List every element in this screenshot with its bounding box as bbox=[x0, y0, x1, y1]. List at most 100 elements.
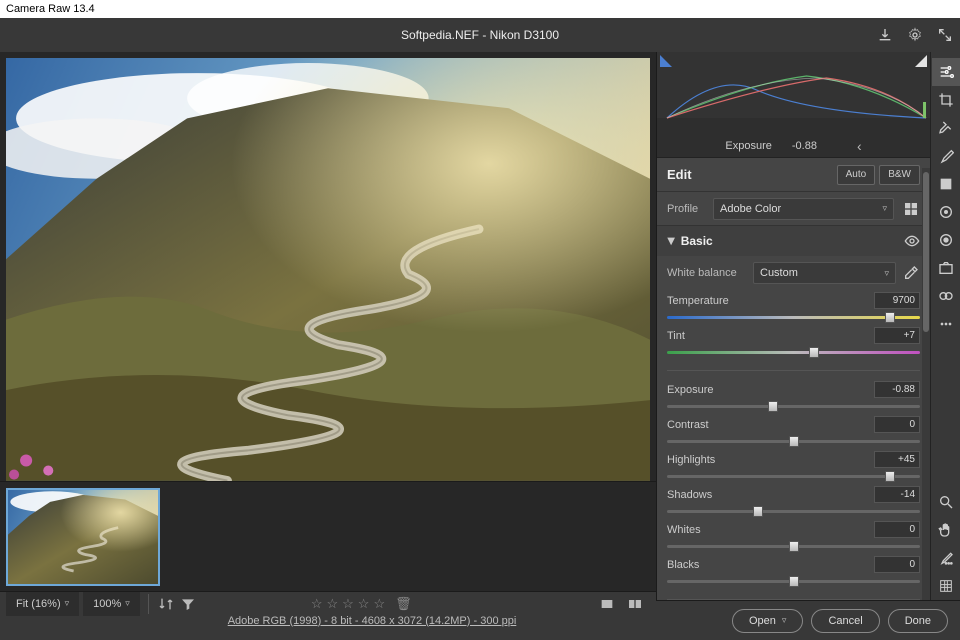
basic-panel-header[interactable]: ▶ Basic bbox=[657, 226, 930, 256]
slider-thumb[interactable] bbox=[885, 312, 895, 323]
visibility-icon[interactable] bbox=[904, 233, 920, 249]
brush-icon[interactable] bbox=[932, 142, 960, 170]
eyedropper-icon[interactable] bbox=[902, 264, 920, 282]
footer-buttons: Open▿ Cancel Done bbox=[732, 609, 948, 633]
gradient-icon[interactable] bbox=[932, 170, 960, 198]
shadow-clip-icon[interactable] bbox=[660, 55, 672, 67]
zoom-icon[interactable] bbox=[932, 488, 960, 516]
edit-title: Edit bbox=[667, 167, 692, 182]
slider-thumb[interactable] bbox=[885, 471, 895, 482]
slider-track[interactable] bbox=[667, 505, 920, 519]
slider-value-input[interactable]: -0.88 bbox=[874, 381, 920, 398]
slider-value-input[interactable]: +45 bbox=[874, 451, 920, 468]
preview-area bbox=[0, 52, 656, 481]
star-2-icon[interactable]: ☆ bbox=[326, 596, 338, 612]
gear-icon[interactable] bbox=[906, 26, 924, 44]
hand-icon[interactable] bbox=[932, 516, 960, 544]
auto-button[interactable]: Auto bbox=[837, 165, 876, 185]
sort-icon[interactable] bbox=[157, 595, 175, 613]
sliders-icon[interactable] bbox=[932, 58, 960, 86]
slider-highlights: Highlights +45 bbox=[667, 451, 920, 484]
slider-thumb[interactable] bbox=[753, 506, 763, 517]
bw-button[interactable]: B&W bbox=[879, 165, 920, 185]
slider-thumb[interactable] bbox=[789, 576, 799, 587]
slider-temperature: Temperature 9700 bbox=[667, 292, 920, 325]
filter-icon[interactable] bbox=[179, 595, 197, 613]
slider-value-input[interactable]: 0 bbox=[874, 521, 920, 538]
slider-track[interactable] bbox=[667, 575, 920, 589]
slider-label: Temperature bbox=[667, 295, 729, 307]
slider-value-input[interactable]: 9700 bbox=[874, 292, 920, 309]
white-balance-select[interactable]: Custom ▿ bbox=[753, 262, 896, 284]
slider-label: Whites bbox=[667, 524, 701, 536]
profile-row: Profile Adobe Color ▿ bbox=[657, 192, 930, 226]
chevron-down-icon: ▿ bbox=[884, 268, 889, 279]
star-3-icon[interactable]: ☆ bbox=[342, 596, 354, 612]
slider-track[interactable] bbox=[667, 435, 920, 449]
crop-icon[interactable] bbox=[932, 86, 960, 114]
done-button[interactable]: Done bbox=[888, 609, 948, 633]
slider-contrast: Contrast0 bbox=[667, 416, 920, 449]
chevron-down-icon: ▿ bbox=[882, 203, 887, 214]
image-metadata-link[interactable]: Adobe RGB (1998) - 8 bit - 4608 x 3072 (… bbox=[228, 615, 517, 627]
slider-exposure: Exposure-0.88 bbox=[667, 381, 920, 414]
bottom-toolbar: Fit (16%)▿ 100%▿ ☆ ☆ ☆ ☆ ☆ 🗑 bbox=[0, 591, 656, 616]
slider-track[interactable] bbox=[667, 400, 920, 414]
fullscreen-icon[interactable] bbox=[936, 26, 954, 44]
snapshot-icon[interactable] bbox=[932, 254, 960, 282]
fit-zoom-button[interactable]: Fit (16%)▿ bbox=[6, 592, 79, 616]
document-title: Softpedia.NEF - Nikon D3100 bbox=[401, 28, 559, 42]
sampler-icon[interactable] bbox=[932, 544, 960, 572]
star-1-icon[interactable]: ☆ bbox=[311, 596, 323, 612]
zoom-100-button[interactable]: 100%▿ bbox=[83, 592, 140, 616]
healing-icon[interactable] bbox=[932, 114, 960, 142]
star-4-icon[interactable]: ☆ bbox=[358, 596, 370, 612]
slider-thumb[interactable] bbox=[789, 436, 799, 447]
chevron-left-icon[interactable] bbox=[857, 138, 862, 154]
window-title: Camera Raw 13.4 bbox=[6, 3, 95, 15]
slider-value-input[interactable]: 0 bbox=[874, 556, 920, 573]
window-title-bar: Camera Raw 13.4 bbox=[0, 0, 960, 18]
slider-thumb[interactable] bbox=[809, 347, 819, 358]
slider-thumb[interactable] bbox=[768, 401, 778, 412]
slider-label: Highlights bbox=[667, 454, 715, 466]
slider-value-input[interactable]: 0 bbox=[874, 416, 920, 433]
slider-track[interactable] bbox=[667, 470, 920, 484]
scrollbar[interactable] bbox=[922, 168, 930, 600]
histogram[interactable] bbox=[657, 52, 930, 134]
readout-label: Exposure bbox=[725, 140, 771, 152]
preview-image[interactable] bbox=[6, 58, 650, 481]
slider-whites: Whites 0 bbox=[667, 521, 920, 554]
more-icon[interactable] bbox=[932, 310, 960, 338]
cancel-button[interactable]: Cancel bbox=[811, 609, 879, 633]
slider-value-input[interactable]: -14 bbox=[874, 486, 920, 503]
filmstrip bbox=[0, 481, 656, 591]
slider-track[interactable] bbox=[667, 311, 920, 325]
slider-value-input[interactable]: +7 bbox=[874, 327, 920, 344]
slider-blacks: Blacks 0 bbox=[667, 556, 920, 589]
tool-strip bbox=[930, 52, 960, 600]
grid-icon[interactable] bbox=[932, 572, 960, 600]
open-button[interactable]: Open▿ bbox=[732, 609, 803, 633]
highlight-clip-icon[interactable] bbox=[915, 55, 927, 67]
slider-track[interactable] bbox=[667, 346, 920, 360]
slider-thumb[interactable] bbox=[789, 541, 799, 552]
preset-icon[interactable] bbox=[932, 282, 960, 310]
slider-label: Blacks bbox=[667, 559, 699, 571]
profile-select[interactable]: Adobe Color ▿ bbox=[713, 198, 894, 220]
compare-view-icon[interactable] bbox=[626, 595, 644, 613]
wb-label: White balance bbox=[667, 267, 747, 279]
profile-label: Profile bbox=[667, 203, 705, 215]
readout-value: -0.88 bbox=[792, 140, 817, 152]
star-5-icon[interactable]: ☆ bbox=[373, 596, 385, 612]
single-view-icon[interactable] bbox=[598, 595, 616, 613]
radial-icon[interactable] bbox=[932, 198, 960, 226]
trash-icon[interactable]: 🗑 bbox=[395, 596, 412, 612]
main-area: Fit (16%)▿ 100%▿ ☆ ☆ ☆ ☆ ☆ 🗑 bbox=[0, 52, 960, 600]
download-icon[interactable] bbox=[876, 26, 894, 44]
profile-browser-icon[interactable] bbox=[902, 200, 920, 218]
chevron-down-icon: ▶ bbox=[665, 237, 676, 245]
redeye-icon[interactable] bbox=[932, 226, 960, 254]
slider-track[interactable] bbox=[667, 540, 920, 554]
thumbnail[interactable] bbox=[6, 488, 160, 586]
